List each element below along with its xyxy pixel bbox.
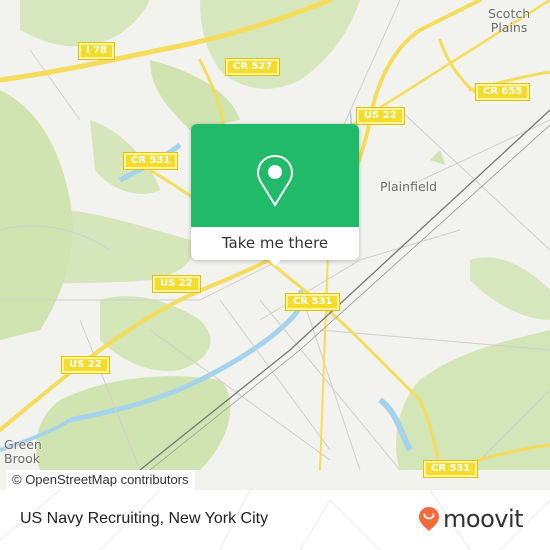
road-label-us22-ne: US 22 xyxy=(356,107,405,125)
place-label-scotch-plains: Scotch Plains xyxy=(488,6,531,35)
osm-attribution[interactable]: © OpenStreetMap contributors xyxy=(6,470,195,490)
road-label-cr531-se: CR 531 xyxy=(422,460,479,478)
take-me-there-button[interactable]: Take me there xyxy=(191,227,359,260)
moovit-wordmark: moovit xyxy=(443,505,524,533)
place-label-plainfield: Plainfield xyxy=(380,179,438,194)
moovit-logo[interactable]: moovit xyxy=(418,505,524,533)
road-label-cr531-center: CR 531 xyxy=(284,293,341,311)
place-label-green-brook: Green Brook xyxy=(4,437,42,466)
road-label-cr531-nw: CR 531 xyxy=(122,152,179,170)
road-label-us22-sw: US 22 xyxy=(61,356,110,374)
map-pin-icon xyxy=(256,154,294,207)
moovit-smile-pin-icon xyxy=(419,507,439,531)
road-label-us22-mid: US 22 xyxy=(152,275,201,293)
popup-pointer xyxy=(267,258,283,266)
map[interactable]: Scotch Plains Plainfield Green Brook I 7… xyxy=(0,0,550,490)
location-popup[interactable]: Take me there xyxy=(191,124,359,266)
popup-header xyxy=(191,124,359,227)
footer: US Navy Recruiting, New York City moovit xyxy=(0,490,550,550)
road-label-cr527: CR 527 xyxy=(224,58,281,76)
road-label-i78: I 78 xyxy=(77,42,116,60)
place-title: US Navy Recruiting, New York City xyxy=(20,510,269,527)
road-label-cr655: CR 655 xyxy=(474,83,531,101)
